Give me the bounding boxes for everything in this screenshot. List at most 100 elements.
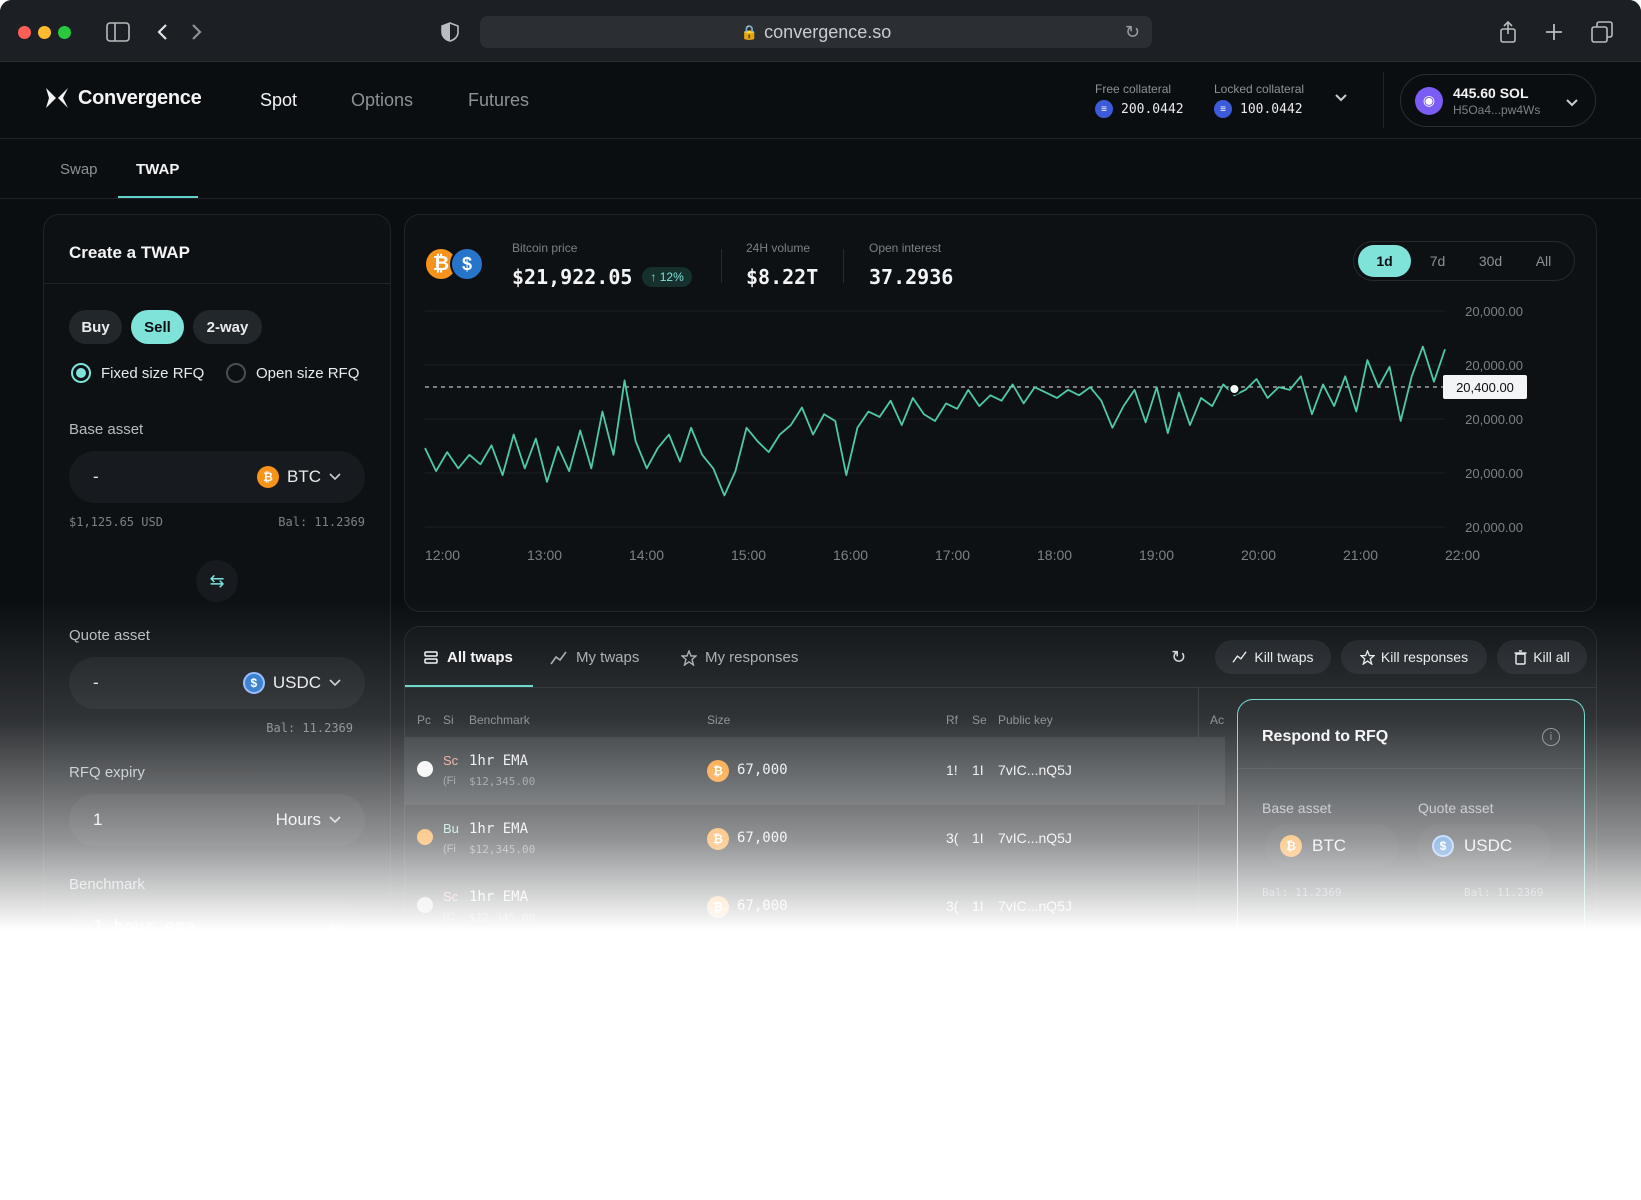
nav-spot[interactable]: Spot (260, 90, 297, 111)
respond-base-asset[interactable]: ₿ BTC (1266, 824, 1398, 868)
market-chart-panel: ₿ $ Bitcoin price $21,922.05 ↑ 12% 24H vo… (404, 214, 1597, 612)
tab-my-responses[interactable]: My responses (681, 649, 798, 666)
base-usd-value: $1,125.65 USD (69, 515, 163, 529)
respond-title: Respond to RFQ (1262, 728, 1389, 745)
column-header[interactable]: Benchmark (469, 713, 530, 727)
wallet-button[interactable]: ◉ 445.60 SOL H5Oa4...pw4Ws (1400, 74, 1596, 127)
base-asset-input[interactable]: - ₿ BTC (69, 451, 365, 503)
maximize-window-button[interactable] (58, 26, 71, 39)
share-icon[interactable] (1494, 18, 1522, 46)
new-tab-icon[interactable] (1540, 18, 1568, 46)
collateral-token-icon: ≡ (1095, 100, 1113, 118)
column-header[interactable]: Rf (946, 713, 958, 727)
respond-base-symbol: BTC (1312, 836, 1346, 855)
row-side: Bu (443, 821, 459, 836)
y-tick-label: 20,000.00 (1465, 412, 1523, 427)
tab-my-twaps[interactable]: My twaps (550, 649, 639, 666)
collateral-chevron-down-icon[interactable] (1334, 90, 1348, 106)
two-way-button[interactable]: 2-way (193, 310, 262, 344)
swap-assets-button[interactable]: ⇆ (196, 560, 238, 602)
column-header[interactable]: Pc (417, 713, 431, 727)
swap-arrows-icon: ⇆ (209, 570, 225, 591)
column-header[interactable]: Public key (998, 713, 1053, 727)
base-amount: - (93, 467, 99, 486)
column-header[interactable]: Ac (1210, 713, 1224, 727)
wallet-chevron-down-icon (1565, 95, 1579, 111)
sub-tabs: Swap TWAP (0, 139, 1641, 199)
respond-quote-label: Quote asset (1418, 800, 1494, 816)
benchmark-value: 1 hour ema (93, 917, 196, 937)
bitcoin-icon: ₿ (1280, 835, 1302, 857)
row-se: 1I (972, 898, 984, 914)
minimize-window-button[interactable] (38, 26, 51, 39)
row-public-key[interactable]: 7vIC...nQ5J (998, 830, 1072, 846)
locked-collateral: Locked collateral ≡ 100.0442 (1214, 82, 1304, 118)
table-row[interactable]: Sc (C 1hr EMA $12,345.00 ₿ 67,000 3( 1I … (405, 873, 1225, 941)
wallet-address: H5Oa4...pw4Ws (1453, 102, 1541, 117)
price-chart[interactable]: 20,000.00 20,000.00 20,000.00 20,000.00 20,0… (405, 215, 1598, 613)
x-tick-label: 21:00 (1343, 547, 1378, 563)
row-benchmark-price: $12,345.00 (469, 911, 536, 924)
chart-line-icon (1232, 651, 1248, 663)
table-row[interactable]: Sc (Fi 1hr EMA $12,345.00 ₿ 67,000 1! 1I… (405, 737, 1225, 805)
forward-icon[interactable] (183, 18, 211, 46)
row-benchmark-price: $12,345.00 (469, 843, 536, 856)
reference-label: 20,400.00 (1456, 380, 1514, 395)
benchmark-select[interactable]: 1 hour ema (69, 901, 365, 953)
address-bar[interactable]: 🔒 convergence.so ↻ (480, 16, 1152, 48)
reload-icon[interactable]: ↻ (1125, 22, 1140, 43)
rfq-expiry-unit-select[interactable]: Hours (276, 810, 341, 830)
kill-twaps-button[interactable]: Kill twaps (1215, 640, 1331, 674)
row-public-key[interactable]: 7vIC...nQ5J (998, 898, 1072, 914)
quote-asset-input[interactable]: - $ USDC (69, 657, 365, 709)
y-tick-label: 20,000.00 (1465, 304, 1523, 319)
kill-responses-button[interactable]: Kill responses (1341, 640, 1487, 674)
close-window-button[interactable] (18, 26, 31, 39)
info-icon[interactable]: i (1542, 728, 1560, 746)
respond-quote-balance: Bal: 11.2369 (1464, 886, 1544, 899)
free-collateral-label: Free collateral (1095, 82, 1172, 96)
tab-all-twaps[interactable]: All twaps (423, 649, 513, 666)
collateral-token-icon: ≡ (1214, 100, 1232, 118)
x-tick-label: 18:00 (1037, 547, 1072, 563)
star-icon (1359, 649, 1375, 665)
tab-twap[interactable]: TWAP (136, 161, 179, 178)
x-tick-label: 16:00 (833, 547, 868, 563)
shield-icon[interactable] (436, 18, 464, 46)
kill-all-button[interactable]: Kill all (1497, 640, 1587, 674)
y-tick-label: 20,000.00 (1465, 466, 1523, 481)
tab-overview-icon[interactable] (1588, 18, 1616, 46)
quote-asset-select[interactable]: $ USDC (242, 672, 341, 694)
fixed-size-rfq-option[interactable]: Fixed size RFQ (71, 363, 204, 383)
open-size-rfq-option[interactable]: Open size RFQ (226, 363, 359, 383)
row-benchmark: 1hr EMA (469, 753, 529, 769)
column-header[interactable]: Si (443, 713, 454, 727)
row-rf: 1! (946, 762, 958, 778)
tab-swap[interactable]: Swap (60, 161, 98, 178)
refresh-icon[interactable]: ↻ (1171, 647, 1186, 668)
row-public-key[interactable]: 7vIC...nQ5J (998, 762, 1072, 778)
row-size: 67,000 (737, 898, 788, 914)
rfq-expiry-input[interactable]: 1 Hours (69, 794, 365, 846)
back-icon[interactable] (148, 18, 176, 46)
tab-my-responses-label: My responses (705, 649, 799, 666)
respond-quote-asset[interactable]: $ USDC (1418, 824, 1550, 868)
usdc-icon: $ (242, 672, 265, 694)
radio-checked (71, 363, 91, 383)
nav-futures[interactable]: Futures (468, 90, 529, 111)
column-header[interactable]: Size (707, 713, 730, 727)
list-icon (424, 650, 438, 664)
buy-button[interactable]: Buy (69, 310, 122, 344)
open-size-rfq-label: Open size RFQ (256, 364, 360, 382)
table-row[interactable]: Bu (Fi 1hr EMA $12,345.00 ₿ 67,000 3( 1I… (405, 805, 1225, 873)
base-asset-select[interactable]: ₿ BTC (257, 466, 341, 488)
nav-options[interactable]: Options (351, 90, 413, 111)
sell-button[interactable]: Sell (131, 310, 184, 344)
sidebar-toggle-icon[interactable] (104, 18, 132, 46)
base-balance: Bal: 11.2369 (278, 515, 365, 529)
logo[interactable]: Convergence (44, 86, 202, 110)
panel-title: Create a TWAP (69, 243, 190, 262)
app-window: 🔒 convergence.so ↻ Convergence Spot Opti… (0, 0, 1641, 1200)
active-tab-indicator (118, 196, 198, 198)
column-header[interactable]: Se (972, 713, 987, 727)
